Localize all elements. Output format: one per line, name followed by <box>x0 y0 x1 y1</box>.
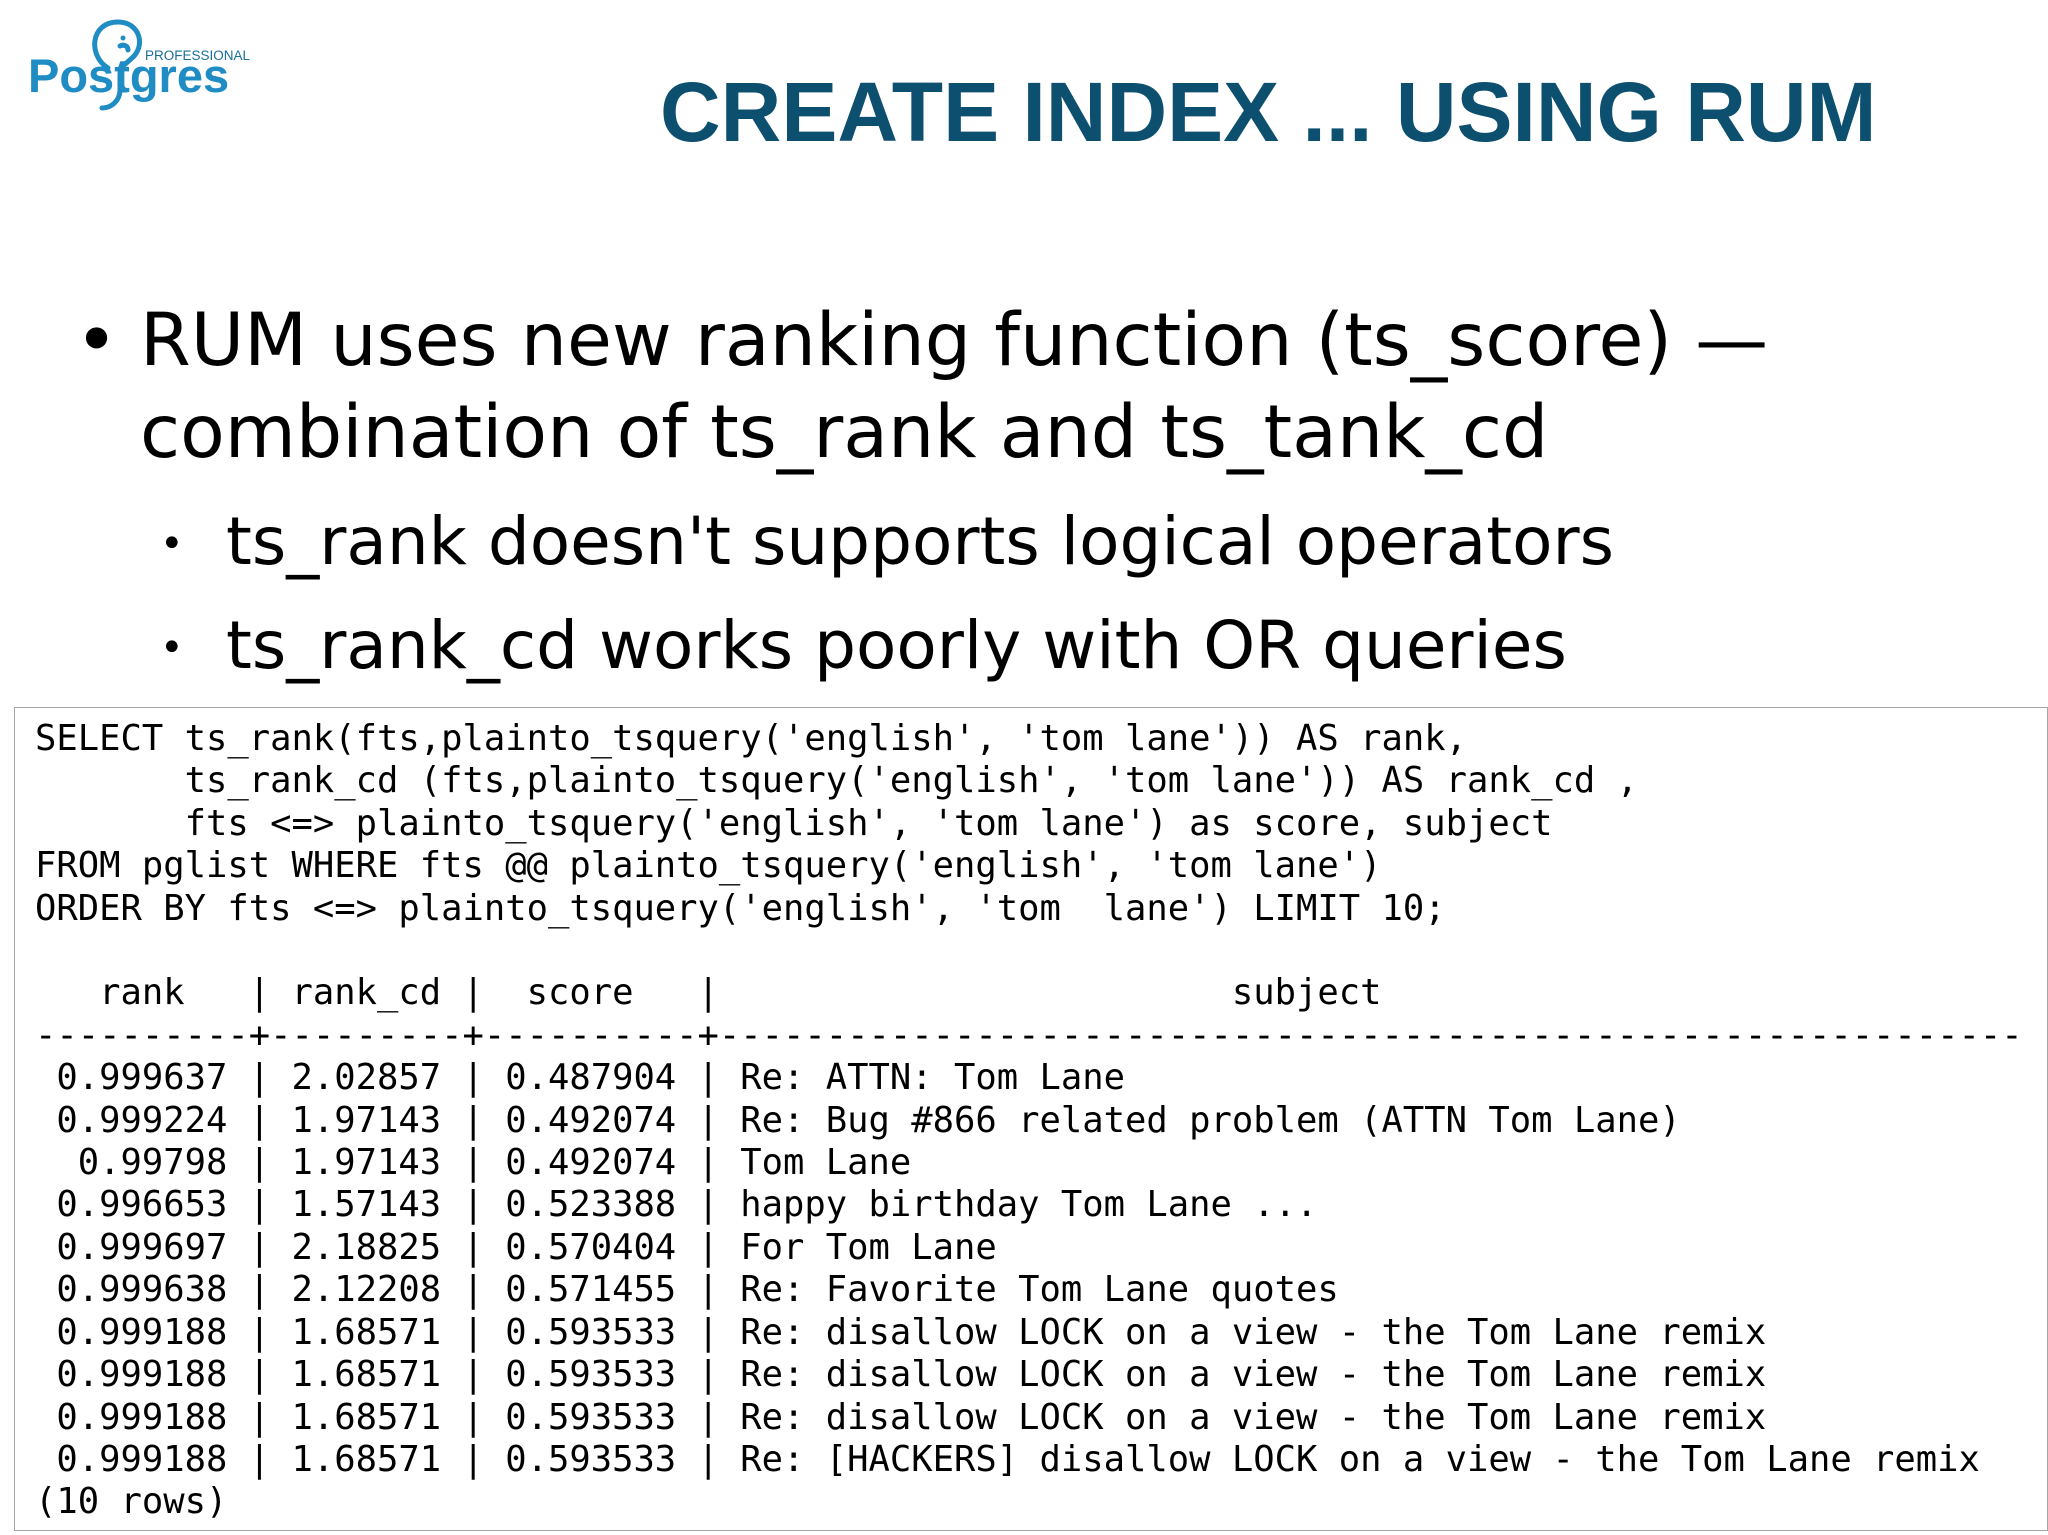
result-row: 0.999188 | 1.68571 | 0.593533 | Re: disa… <box>35 1354 1767 1396</box>
result-row: 0.999224 | 1.97143 | 0.492074 | Re: Bug … <box>35 1099 1681 1141</box>
result-row: 0.996653 | 1.57143 | 0.523388 | happy bi… <box>35 1184 1318 1226</box>
query-line: FROM pglist WHERE fts @@ plainto_tsquery… <box>35 845 1382 887</box>
query-line: ts_rank_cd (fts,plainto_tsquery('english… <box>35 760 1638 802</box>
sub-bullet-marker: • <box>160 521 184 567</box>
result-row: 0.99798 | 1.97143 | 0.492074 | Tom Lane <box>35 1142 912 1184</box>
result-header: rank | rank_cd | score | subject <box>35 972 1382 1014</box>
postgres-professional-logo: PROFESSIONAL Postgres <box>28 16 258 116</box>
row-count: (10 rows) <box>35 1481 228 1523</box>
result-row: 0.999637 | 2.02857 | 0.487904 | Re: ATTN… <box>35 1057 1126 1099</box>
bullet-1-text: RUM uses new ranking function (ts_score)… <box>140 298 1769 475</box>
result-row: 0.999188 | 1.68571 | 0.593533 | Re: disa… <box>35 1311 1767 1353</box>
sub-bullet-2-text: ts_rank_cd works poorly with OR queries <box>226 607 1567 684</box>
query-line: SELECT ts_rank(fts,plainto_tsquery('engl… <box>35 718 1467 759</box>
query-line: ORDER BY fts <=> plainto_tsquery('englis… <box>35 887 1446 929</box>
slide-title: CREATE INDEX ... USING RUM <box>660 65 1877 159</box>
bullet-marker: • <box>75 298 119 383</box>
query-line: fts <=> plainto_tsquery('english', 'tom … <box>35 802 1553 844</box>
sub-bullet-1-text: ts_rank doesn't supports logical operato… <box>226 503 1614 580</box>
code-block: SELECT ts_rank(fts,plainto_tsquery('engl… <box>14 707 2048 1531</box>
result-row: 0.999188 | 1.68571 | 0.593533 | Re: [HAC… <box>35 1438 1980 1480</box>
result-row: 0.999697 | 2.18825 | 0.570404 | For Tom … <box>35 1226 997 1268</box>
sub-bullet-marker: • <box>160 625 184 671</box>
result-separator: ----------+---------+----------+--------… <box>35 1014 2023 1056</box>
logo-brand-text: Postgres <box>28 49 229 102</box>
result-row: 0.999638 | 2.12208 | 0.571455 | Re: Favo… <box>35 1269 1339 1311</box>
result-row: 0.999188 | 1.68571 | 0.593533 | Re: disa… <box>35 1396 1767 1438</box>
